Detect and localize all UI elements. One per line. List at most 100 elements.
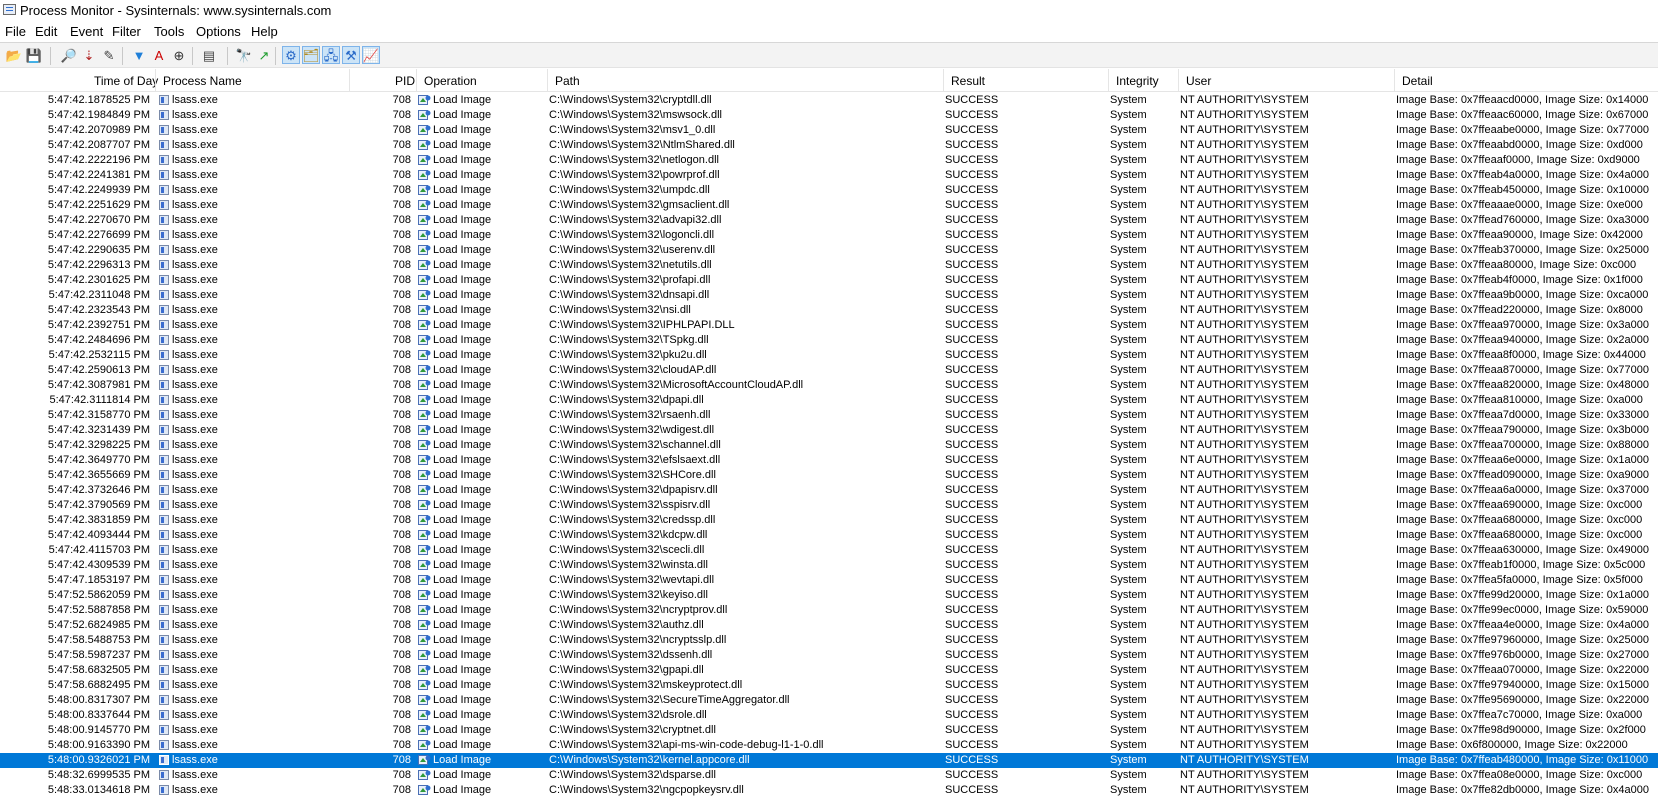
table-row[interactable]: 5:47:42.2301625 PM lsass.exe 708 Load Image…: [0, 273, 1658, 288]
table-row[interactable]: 5:48:33.0134618 PM lsass.exe 708 Load Image…: [0, 783, 1658, 798]
column-divider[interactable]: [943, 69, 944, 91]
column-divider[interactable]: [349, 69, 350, 91]
column-divider[interactable]: [547, 69, 548, 91]
open-icon[interactable]: 📂: [5, 46, 23, 64]
table-row[interactable]: 5:47:42.2590613 PM lsass.exe 708 Load Image…: [0, 363, 1658, 378]
table-row[interactable]: 5:47:42.3298225 PM lsass.exe 708 Load Image…: [0, 438, 1658, 453]
column-process-name[interactable]: Process Name: [163, 74, 242, 88]
table-row[interactable]: 5:47:58.6882495 PM lsass.exe 708 Load Image…: [0, 678, 1658, 693]
table-row[interactable]: 5:48:00.9145770 PM lsass.exe 708 Load Image…: [0, 723, 1658, 738]
table-row[interactable]: 5:47:52.6824985 PM lsass.exe 708 Load Image…: [0, 618, 1658, 633]
filter-icon[interactable]: ▼: [130, 46, 148, 64]
table-row[interactable]: 5:47:42.2296313 PM lsass.exe 708 Load Image…: [0, 258, 1658, 273]
integrity-cell: System: [1110, 769, 1147, 781]
table-row[interactable]: 5:47:42.2270670 PM lsass.exe 708 Load Image…: [0, 213, 1658, 228]
table-row[interactable]: 5:47:42.2249939 PM lsass.exe 708 Load Image…: [0, 183, 1658, 198]
table-row[interactable]: 5:48:00.8337644 PM lsass.exe 708 Load Image…: [0, 708, 1658, 723]
table-row[interactable]: 5:47:52.5887858 PM lsass.exe 708 Load Image…: [0, 603, 1658, 618]
show-registry-icon[interactable]: ⚙: [282, 46, 300, 64]
table-row[interactable]: 5:47:42.3649770 PM lsass.exe 708 Load Image…: [0, 453, 1658, 468]
column-detail[interactable]: Detail: [1402, 74, 1433, 88]
table-row[interactable]: 5:47:58.5488753 PM lsass.exe 708 Load Image…: [0, 633, 1658, 648]
table-row[interactable]: 5:47:42.4115703 PM lsass.exe 708 Load Image…: [0, 543, 1658, 558]
table-row[interactable]: 5:47:42.2311048 PM lsass.exe 708 Load Image…: [0, 288, 1658, 303]
menu-edit[interactable]: Edit: [35, 24, 57, 39]
column-divider[interactable]: [1394, 69, 1395, 91]
process-icon: [159, 695, 169, 705]
process-tree-icon[interactable]: ▤: [200, 46, 218, 64]
table-row[interactable]: 5:47:42.2484696 PM lsass.exe 708 Load Image…: [0, 333, 1658, 348]
column-integrity[interactable]: Integrity: [1116, 74, 1159, 88]
process-name-cell: lsass.exe: [172, 274, 218, 286]
table-row[interactable]: 5:47:42.2392751 PM lsass.exe 708 Load Image…: [0, 318, 1658, 333]
column-operation[interactable]: Operation: [424, 74, 477, 88]
table-row[interactable]: 5:47:42.3111814 PM lsass.exe 708 Load Image…: [0, 393, 1658, 408]
table-row[interactable]: 5:47:42.3831859 PM lsass.exe 708 Load Image…: [0, 513, 1658, 528]
table-row[interactable]: 5:47:42.2323543 PM lsass.exe 708 Load Image…: [0, 303, 1658, 318]
detail-cell: Image Base: 0x7ffeaa970000, Image Size: …: [1396, 319, 1649, 331]
table-row[interactable]: 5:48:00.9163390 PM lsass.exe 708 Load Image…: [0, 738, 1658, 753]
table-row[interactable]: 5:48:32.6999535 PM lsass.exe 708 Load Image…: [0, 768, 1658, 783]
menu-event[interactable]: Event: [70, 24, 103, 39]
table-row[interactable]: 5:47:42.4309539 PM lsass.exe 708 Load Image…: [0, 558, 1658, 573]
time-of-day-cell: 5:48:33.0134618 PM: [47, 784, 150, 796]
column-divider[interactable]: [155, 69, 156, 91]
autoscroll-icon[interactable]: ⇣: [80, 46, 98, 64]
table-row[interactable]: 5:47:42.3732646 PM lsass.exe 708 Load Image…: [0, 483, 1658, 498]
show-process-icon[interactable]: ⚒: [342, 46, 360, 64]
menu-options[interactable]: Options: [196, 24, 241, 39]
column-result[interactable]: Result: [951, 74, 985, 88]
table-row[interactable]: 5:47:58.6832505 PM lsass.exe 708 Load Image…: [0, 663, 1658, 678]
jump-to-icon[interactable]: ↗: [255, 46, 273, 64]
save-icon[interactable]: 💾: [25, 46, 43, 64]
find-icon[interactable]: 🔭: [235, 46, 253, 64]
process-icon: [159, 395, 169, 405]
column-divider[interactable]: [416, 69, 417, 91]
table-row[interactable]: 5:47:42.3655669 PM lsass.exe 708 Load Image…: [0, 468, 1658, 483]
table-row[interactable]: 5:47:42.2070989 PM lsass.exe 708 Load Image…: [0, 123, 1658, 138]
column-time-of-day[interactable]: Time of Day: [94, 74, 158, 88]
show-profiling-icon[interactable]: 📈: [362, 46, 380, 64]
table-row[interactable]: 5:47:52.5862059 PM lsass.exe 708 Load Image…: [0, 588, 1658, 603]
table-row[interactable]: 5:48:00.9326021 PM lsass.exe 708 Load Image…: [0, 753, 1658, 768]
result-cell: SUCCESS: [945, 559, 999, 571]
include-process-icon[interactable]: ⊕: [170, 46, 188, 64]
highlight-icon[interactable]: A: [150, 46, 168, 64]
event-list[interactable]: 5:47:42.1878525 PM lsass.exe 708 Load Image…: [0, 93, 1658, 801]
column-path[interactable]: Path: [555, 74, 580, 88]
table-row[interactable]: 5:48:00.8317307 PM lsass.exe 708 Load Image…: [0, 693, 1658, 708]
table-row[interactable]: 5:47:42.2251629 PM lsass.exe 708 Load Image…: [0, 198, 1658, 213]
column-user[interactable]: User: [1186, 74, 1211, 88]
table-row[interactable]: 5:47:42.3087981 PM lsass.exe 708 Load Image…: [0, 378, 1658, 393]
table-row[interactable]: 5:47:42.4093444 PM lsass.exe 708 Load Image…: [0, 528, 1658, 543]
table-row[interactable]: 5:47:42.2241381 PM lsass.exe 708 Load Image…: [0, 168, 1658, 183]
table-row[interactable]: 5:47:42.1984849 PM lsass.exe 708 Load Image…: [0, 108, 1658, 123]
capture-icon[interactable]: 🔎: [60, 46, 78, 64]
table-row[interactable]: 5:47:42.2087707 PM lsass.exe 708 Load Image…: [0, 138, 1658, 153]
table-row[interactable]: 5:47:47.1853197 PM lsass.exe 708 Load Image…: [0, 573, 1658, 588]
menu-help[interactable]: Help: [251, 24, 278, 39]
operation-cell: Load Image: [433, 409, 492, 421]
column-pid[interactable]: PID: [395, 74, 415, 88]
table-row[interactable]: 5:47:42.2276699 PM lsass.exe 708 Load Image…: [0, 228, 1658, 243]
show-filesystem-icon[interactable]: 🗂: [302, 46, 320, 64]
column-divider[interactable]: [1108, 69, 1109, 91]
menu-tools[interactable]: Tools: [154, 24, 184, 39]
menu-filter[interactable]: Filter: [112, 24, 141, 39]
table-row[interactable]: 5:47:42.3231439 PM lsass.exe 708 Load Image…: [0, 423, 1658, 438]
result-cell: SUCCESS: [945, 154, 999, 166]
table-row[interactable]: 5:47:42.3790569 PM lsass.exe 708 Load Image…: [0, 498, 1658, 513]
table-row[interactable]: 5:47:42.2290635 PM lsass.exe 708 Load Image…: [0, 243, 1658, 258]
clear-icon[interactable]: ✎: [100, 46, 118, 64]
column-divider[interactable]: [1178, 69, 1179, 91]
show-network-icon[interactable]: 🖧: [322, 46, 340, 64]
table-row[interactable]: 5:47:42.1878525 PM lsass.exe 708 Load Image…: [0, 93, 1658, 108]
menu-file[interactable]: File: [5, 24, 26, 39]
table-row[interactable]: 5:47:58.5987237 PM lsass.exe 708 Load Image…: [0, 648, 1658, 663]
table-row[interactable]: 5:47:42.2532115 PM lsass.exe 708 Load Image…: [0, 348, 1658, 363]
table-row[interactable]: 5:47:42.2222196 PM lsass.exe 708 Load Image…: [0, 153, 1658, 168]
time-of-day-cell: 5:47:42.1984849 PM: [47, 109, 150, 121]
table-row[interactable]: 5:47:42.3158770 PM lsass.exe 708 Load Image…: [0, 408, 1658, 423]
process-name-cell: lsass.exe: [172, 514, 218, 526]
result-cell: SUCCESS: [945, 754, 999, 766]
